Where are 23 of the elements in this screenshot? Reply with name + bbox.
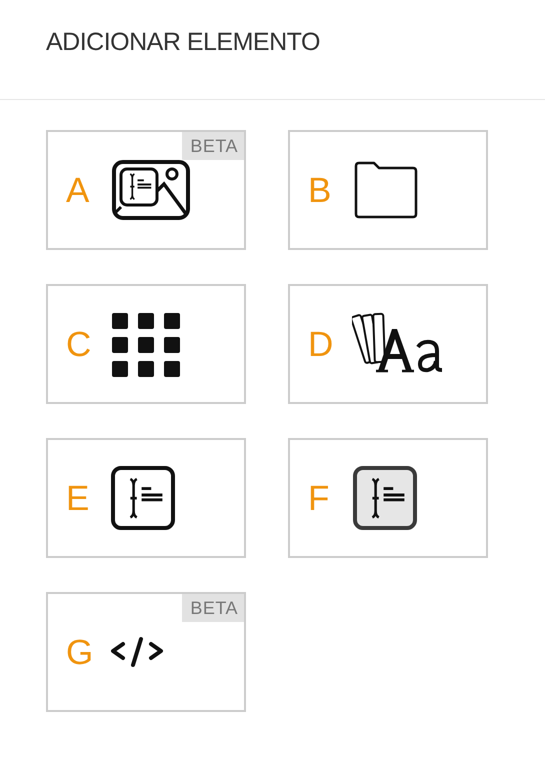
element-option-card[interactable]: F xyxy=(288,438,488,558)
grid-icon xyxy=(110,311,180,377)
beta-badge: BETA xyxy=(182,132,244,160)
image-text-icon xyxy=(110,158,190,222)
element-option-card[interactable]: E xyxy=(46,438,246,558)
code-icon xyxy=(110,636,164,668)
text-box-icon xyxy=(352,465,418,531)
text-box-icon xyxy=(110,465,176,531)
element-option-card[interactable]: B xyxy=(288,130,488,250)
option-letter: B xyxy=(308,172,332,208)
option-letter: F xyxy=(308,480,330,516)
option-letter: G xyxy=(66,634,94,670)
option-letter: C xyxy=(66,326,92,362)
panel-title: ADICIONAR ELEMENTO xyxy=(46,28,320,58)
folder-icon xyxy=(352,160,420,220)
option-letter: E xyxy=(66,480,90,516)
element-option-card[interactable]: D xyxy=(288,284,488,404)
option-letter: A xyxy=(66,172,90,208)
element-option-card[interactable]: G BETA xyxy=(46,592,246,712)
element-option-card[interactable]: A BETA xyxy=(46,130,246,250)
element-option-card[interactable]: C xyxy=(46,284,246,404)
beta-badge: BETA xyxy=(182,594,244,622)
option-letter: D xyxy=(308,326,334,362)
